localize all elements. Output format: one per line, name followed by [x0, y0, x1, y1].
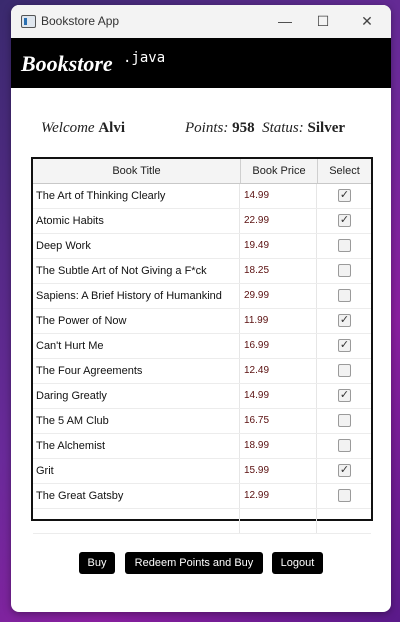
- select-checkbox[interactable]: ✓: [338, 464, 351, 477]
- book-price-cell: 18.25: [241, 259, 317, 283]
- minimize-icon[interactable]: —: [267, 9, 303, 33]
- book-title-cell: Daring Greatly: [36, 384, 240, 408]
- book-title-cell: The Subtle Art of Not Giving a F*ck: [36, 259, 240, 283]
- empty-cell: [36, 509, 240, 533]
- header-banner: Bookstore .java: [11, 38, 391, 88]
- welcome-text: Welcome Alvi: [41, 120, 125, 137]
- select-checkbox[interactable]: [338, 239, 351, 252]
- book-price-cell: 18.99: [241, 434, 317, 458]
- table-row[interactable]: Atomic Habits 22.99 ✓: [33, 209, 371, 234]
- select-checkbox[interactable]: [338, 439, 351, 452]
- brand-title: Bookstore: [21, 51, 113, 76]
- table-row[interactable]: Daring Greatly 14.99 ✓: [33, 384, 371, 409]
- table-body: The Art of Thinking Clearly 14.99 ✓ Atomic …: [33, 184, 371, 534]
- select-checkbox[interactable]: ✓: [338, 389, 351, 402]
- select-cell: [318, 284, 371, 308]
- book-price-cell: 19.49: [241, 234, 317, 258]
- book-title-cell: The Power of Now: [36, 309, 240, 333]
- book-title-cell: Grit: [36, 459, 240, 483]
- select-cell: [318, 409, 371, 433]
- book-title-cell: The Great Gatsby: [36, 484, 240, 508]
- book-price-cell: 12.99: [241, 484, 317, 508]
- books-table: Book Title Book Price Select The Art of …: [31, 157, 373, 534]
- redeem-points-button[interactable]: Redeem Points and Buy: [125, 552, 263, 574]
- status-value: Silver: [307, 120, 346, 136]
- select-checkbox[interactable]: [338, 489, 351, 502]
- book-title-cell: The Four Agreements: [36, 359, 240, 383]
- brand-suffix: .java: [123, 50, 166, 66]
- book-title-cell: Sapiens: A Brief History of Humankind: [36, 284, 240, 308]
- select-checkbox[interactable]: ✓: [338, 214, 351, 227]
- select-cell: ✓: [318, 459, 371, 483]
- select-checkbox[interactable]: ✓: [338, 189, 351, 202]
- table-row[interactable]: Deep Work 19.49: [33, 234, 371, 259]
- table-row[interactable]: Grit 15.99 ✓: [33, 459, 371, 484]
- book-title-cell: The Alchemist: [36, 434, 240, 458]
- book-price-cell: 22.99: [241, 209, 317, 233]
- title-bar: Bookstore App — ☐ ✕: [11, 5, 391, 38]
- table-row[interactable]: Can't Hurt Me 16.99 ✓: [33, 334, 371, 359]
- table-row[interactable]: The Four Agreements 12.49: [33, 359, 371, 384]
- column-header-price[interactable]: Book Price: [241, 159, 318, 183]
- select-checkbox[interactable]: [338, 289, 351, 302]
- book-title-cell: The 5 AM Club: [36, 409, 240, 433]
- select-checkbox[interactable]: ✓: [338, 339, 351, 352]
- points-value: 958: [232, 120, 255, 136]
- app-icon: [21, 15, 36, 28]
- select-cell: [318, 484, 371, 508]
- book-price-cell: 15.99: [241, 459, 317, 483]
- select-cell: ✓: [318, 209, 371, 233]
- maximize-icon[interactable]: ☐: [305, 9, 341, 33]
- book-price-cell: 14.99: [241, 184, 317, 208]
- book-title-cell: Deep Work: [36, 234, 240, 258]
- table-row[interactable]: The 5 AM Club 16.75: [33, 409, 371, 434]
- buy-button[interactable]: Buy: [79, 552, 115, 574]
- table-row[interactable]: The Power of Now 11.99 ✓: [33, 309, 371, 334]
- table-row[interactable]: The Alchemist 18.99: [33, 434, 371, 459]
- select-cell: ✓: [318, 184, 371, 208]
- book-price-cell: 11.99: [241, 309, 317, 333]
- window-title: Bookstore App: [41, 14, 120, 28]
- select-cell: ✓: [318, 309, 371, 333]
- select-cell: [318, 234, 371, 258]
- select-cell: ✓: [318, 334, 371, 358]
- book-price-cell: 16.75: [241, 409, 317, 433]
- app-window: Bookstore App — ☐ ✕ Bookstore .java Welc…: [11, 5, 391, 612]
- select-cell: ✓: [318, 384, 371, 408]
- select-cell: [318, 434, 371, 458]
- empty-row: [33, 509, 371, 534]
- status-label: Status:: [262, 120, 304, 136]
- table-row[interactable]: Sapiens: A Brief History of Humankind 29.…: [33, 284, 371, 309]
- book-title-cell: Atomic Habits: [36, 209, 240, 233]
- select-cell: [318, 359, 371, 383]
- book-price-cell: 14.99: [241, 384, 317, 408]
- book-title-cell: The Art of Thinking Clearly: [36, 184, 240, 208]
- table-header: Book Title Book Price Select: [33, 159, 371, 184]
- empty-cell: [241, 509, 317, 533]
- user-name: Alvi: [98, 120, 126, 136]
- select-cell: [318, 259, 371, 283]
- column-header-title[interactable]: Book Title: [33, 159, 241, 183]
- logout-button[interactable]: Logout: [272, 552, 323, 574]
- welcome-label: Welcome: [41, 120, 95, 136]
- points-label: Points:: [185, 120, 229, 136]
- table-row[interactable]: The Art of Thinking Clearly 14.99 ✓: [33, 184, 371, 209]
- table-row[interactable]: The Subtle Art of Not Giving a F*ck 18.25: [33, 259, 371, 284]
- select-checkbox[interactable]: [338, 414, 351, 427]
- book-price-cell: 16.99: [241, 334, 317, 358]
- book-price-cell: 12.49: [241, 359, 317, 383]
- book-title-cell: Can't Hurt Me: [36, 334, 240, 358]
- select-checkbox[interactable]: [338, 264, 351, 277]
- table-row[interactable]: The Great Gatsby 12.99: [33, 484, 371, 509]
- points-status: Points: 958 Status: Silver: [185, 120, 345, 137]
- close-icon[interactable]: ✕: [349, 9, 385, 33]
- column-header-select[interactable]: Select: [318, 159, 371, 183]
- select-checkbox[interactable]: [338, 364, 351, 377]
- book-price-cell: 29.99: [241, 284, 317, 308]
- select-checkbox[interactable]: ✓: [338, 314, 351, 327]
